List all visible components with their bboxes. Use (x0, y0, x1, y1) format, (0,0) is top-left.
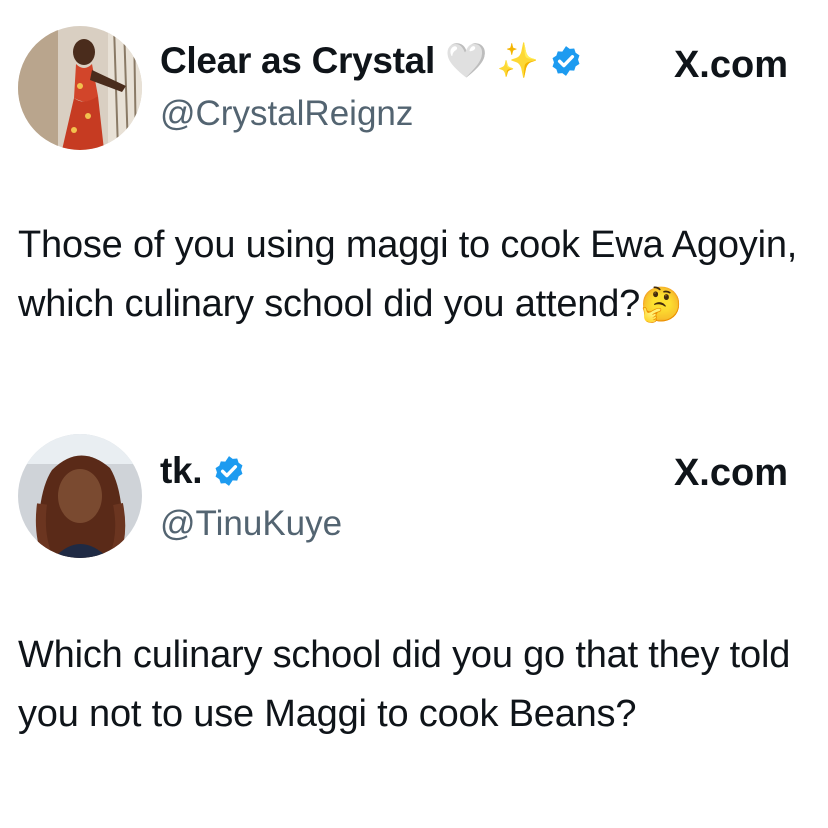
tweet-tk: tk. @TinuKuye X.com Which culinary schoo… (0, 400, 828, 828)
handle[interactable]: @CrystalReignz (160, 94, 413, 134)
x-brand-label: X.com (673, 44, 788, 86)
handle[interactable]: @TinuKuye (160, 504, 342, 544)
avatar-tk[interactable] (18, 434, 142, 558)
thinking-face-icon: 🤔 (640, 286, 683, 324)
tweet-crystal: Clear as Crystal 🤍 ✨ @CrystalReignz X.co… (0, 0, 828, 400)
name-emojis: 🤍 ✨ (444, 42, 540, 80)
verified-badge-icon (549, 44, 583, 78)
display-name[interactable]: Clear as Crystal (160, 40, 435, 82)
display-name[interactable]: tk. (160, 450, 203, 492)
name-row-tk: tk. (160, 450, 246, 492)
tweet-text: Which culinary school did you go that th… (18, 626, 808, 744)
tweet-text-content: Which culinary school did you go that th… (18, 634, 791, 735)
name-row-crystal: Clear as Crystal 🤍 ✨ (160, 40, 583, 82)
tweet-text: Those of you using maggi to cook Ewa Ago… (18, 216, 808, 335)
x-brand-label: X.com (673, 452, 788, 494)
avatar-crystal[interactable] (18, 26, 142, 150)
verified-badge-icon (212, 454, 246, 488)
